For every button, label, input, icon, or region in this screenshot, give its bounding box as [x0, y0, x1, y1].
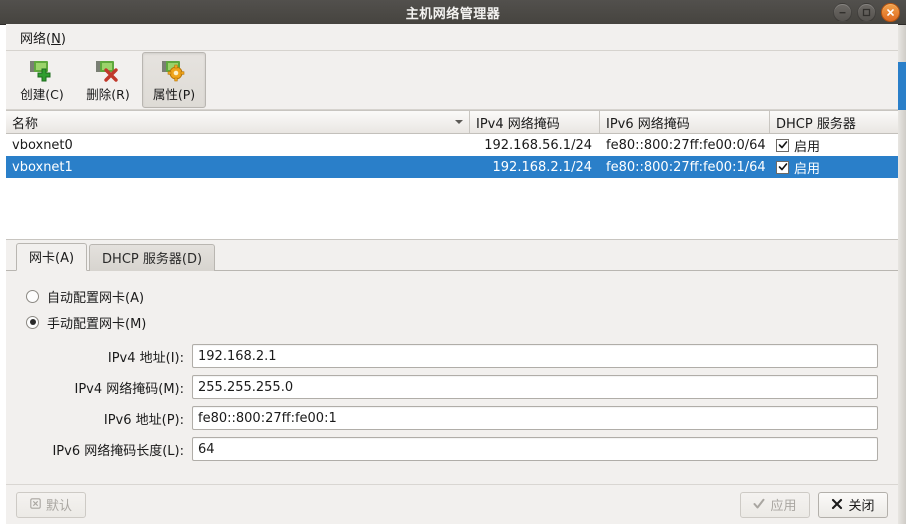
menu-network-label: 网络( — [20, 31, 52, 47]
maximize-icon[interactable] — [857, 3, 876, 22]
table-row[interactable]: vboxnet0 192.168.56.1/24 fe80::800:27ff:… — [6, 134, 898, 156]
properties-button-label: 属性(P) — [152, 86, 196, 102]
menubar: 网络(N) — [6, 24, 898, 51]
cell-dhcp: 启用 — [770, 136, 898, 155]
sort-descending-icon — [455, 120, 463, 124]
check-icon — [753, 498, 765, 512]
menu-network-accel: N — [51, 31, 61, 47]
cell-name: vboxnet0 — [12, 137, 73, 153]
apply-button-label: 应用 — [770, 499, 797, 514]
adapter-panel: 自动配置网卡(A) 手动配置网卡(M) IPv4 地址(I): IPv4 网络掩… — [6, 271, 898, 484]
cell-ipv6-mask: fe80::800:27ff:fe00:0/64 — [606, 137, 766, 153]
field-ipv6-prefix-row: IPv6 网络掩码长度(L): — [16, 434, 888, 464]
column-header-name[interactable]: 名称 — [6, 111, 470, 133]
reset-icon — [30, 498, 41, 511]
radio-auto-configure[interactable]: 自动配置网卡(A) — [26, 283, 888, 309]
column-header-dhcp-server[interactable]: DHCP 服务器 — [770, 111, 898, 133]
network-table: 名称 IPv4 网络掩码 IPv6 网络掩码 DHCP 服务器 vboxnet0… — [6, 110, 898, 240]
column-header-dhcp-server-label: DHCP 服务器 — [776, 116, 856, 132]
radio-manual-configure-indicator[interactable] — [26, 315, 39, 329]
ipv4-address-input[interactable] — [192, 344, 878, 368]
create-button[interactable]: 创建(C) — [10, 52, 74, 108]
tab-adapter[interactable]: 网卡(A) — [16, 243, 88, 271]
ipv6-prefix-length-input[interactable] — [192, 437, 878, 461]
field-ipv6-prefix-label: IPv6 网络掩码长度(L): — [52, 443, 184, 459]
remove-button-label: 删除(R) — [86, 86, 130, 102]
menu-network[interactable]: 网络(N) — [14, 26, 72, 49]
scrollbar-thumb[interactable] — [898, 62, 906, 110]
table-header-row: 名称 IPv4 网络掩码 IPv6 网络掩码 DHCP 服务器 — [6, 111, 898, 134]
host-network-manager-window: 网络(N) 创建(C) 删除(R) 属性(P) 名称 IPv4 网络掩码 IPv… — [6, 24, 898, 524]
apply-button[interactable]: 应用 — [740, 491, 810, 518]
network-properties-icon — [161, 58, 187, 82]
tab-strip: 网卡(A) DHCP 服务器(D) — [6, 243, 898, 271]
network-add-icon — [29, 58, 55, 82]
dhcp-enabled-label: 启用 — [794, 139, 821, 155]
radio-auto-configure-indicator[interactable] — [26, 289, 39, 303]
ipv4-network-mask-input[interactable] — [192, 375, 878, 399]
default-button-label: 默认 — [45, 499, 72, 514]
column-header-ipv4-mask[interactable]: IPv4 网络掩码 — [470, 111, 600, 133]
table-row[interactable]: vboxnet1 192.168.2.1/24 fe80::800:27ff:f… — [6, 156, 898, 178]
column-header-ipv4-mask-label: IPv4 网络掩码 — [476, 116, 560, 132]
column-header-ipv6-mask-label: IPv6 网络掩码 — [606, 116, 690, 132]
background-window-scrollbar[interactable] — [898, 24, 906, 524]
titlebar[interactable]: 主机网络管理器 — [0, 0, 906, 25]
close-button-label: 关闭 — [848, 499, 875, 514]
cross-icon — [831, 498, 843, 512]
minimize-icon[interactable] — [833, 3, 852, 22]
cell-name: vboxnet1 — [12, 159, 73, 175]
window-controls — [833, 3, 900, 22]
field-ipv4-mask-label: IPv4 网络掩码(M): — [74, 381, 184, 397]
network-remove-icon — [95, 58, 121, 82]
field-ipv4-address-row: IPv4 地址(I): — [16, 341, 888, 371]
tab-dhcp-server-label: DHCP 服务器(D) — [102, 252, 203, 267]
dhcp-enabled-checkbox[interactable] — [776, 138, 789, 152]
field-ipv6-address-row: IPv6 地址(P): — [16, 403, 888, 433]
dialog-button-bar: 默认 应用 关闭 — [6, 484, 898, 524]
screen: 主机网络管理器 网络(N) 创建(C) 删除(R) 属性(P) 名称 IPv4 … — [0, 0, 906, 524]
menu-network-label-close: ) — [60, 31, 66, 47]
radio-selected-dot — [29, 319, 36, 325]
field-ipv4-mask-row: IPv4 网络掩码(M): — [16, 372, 888, 402]
field-ipv4-address-label: IPv4 地址(I): — [107, 350, 184, 366]
tab-adapter-label: 网卡(A) — [29, 251, 75, 266]
tab-dhcp-server[interactable]: DHCP 服务器(D) — [89, 244, 216, 271]
default-button[interactable]: 默认 — [16, 491, 86, 518]
properties-button[interactable]: 属性(P) — [142, 52, 206, 108]
cell-ipv6-mask: fe80::800:27ff:fe00:1/64 — [606, 159, 766, 175]
radio-manual-configure-label: 手动配置网卡(M) — [47, 316, 147, 332]
close-button[interactable]: 关闭 — [818, 491, 888, 518]
column-header-ipv6-mask[interactable]: IPv6 网络掩码 — [600, 111, 770, 133]
cell-ipv4-mask: 192.168.56.1/24 — [484, 137, 592, 153]
remove-button[interactable]: 删除(R) — [76, 52, 140, 108]
cell-ipv4-mask: 192.168.2.1/24 — [492, 159, 593, 175]
field-ipv6-address-label: IPv6 地址(P): — [103, 412, 184, 428]
ipv6-address-input[interactable] — [192, 406, 878, 430]
dhcp-enabled-checkbox[interactable] — [776, 160, 789, 174]
radio-auto-configure-label: 自动配置网卡(A) — [47, 290, 145, 306]
column-header-name-label: 名称 — [12, 116, 39, 132]
create-button-label: 创建(C) — [20, 86, 64, 102]
close-icon[interactable] — [881, 3, 900, 22]
dhcp-enabled-label: 启用 — [794, 161, 821, 177]
cell-dhcp: 启用 — [770, 158, 898, 177]
radio-manual-configure[interactable]: 手动配置网卡(M) — [26, 309, 888, 335]
window-title: 主机网络管理器 — [405, 6, 501, 22]
toolbar: 创建(C) 删除(R) 属性(P) — [6, 51, 898, 110]
